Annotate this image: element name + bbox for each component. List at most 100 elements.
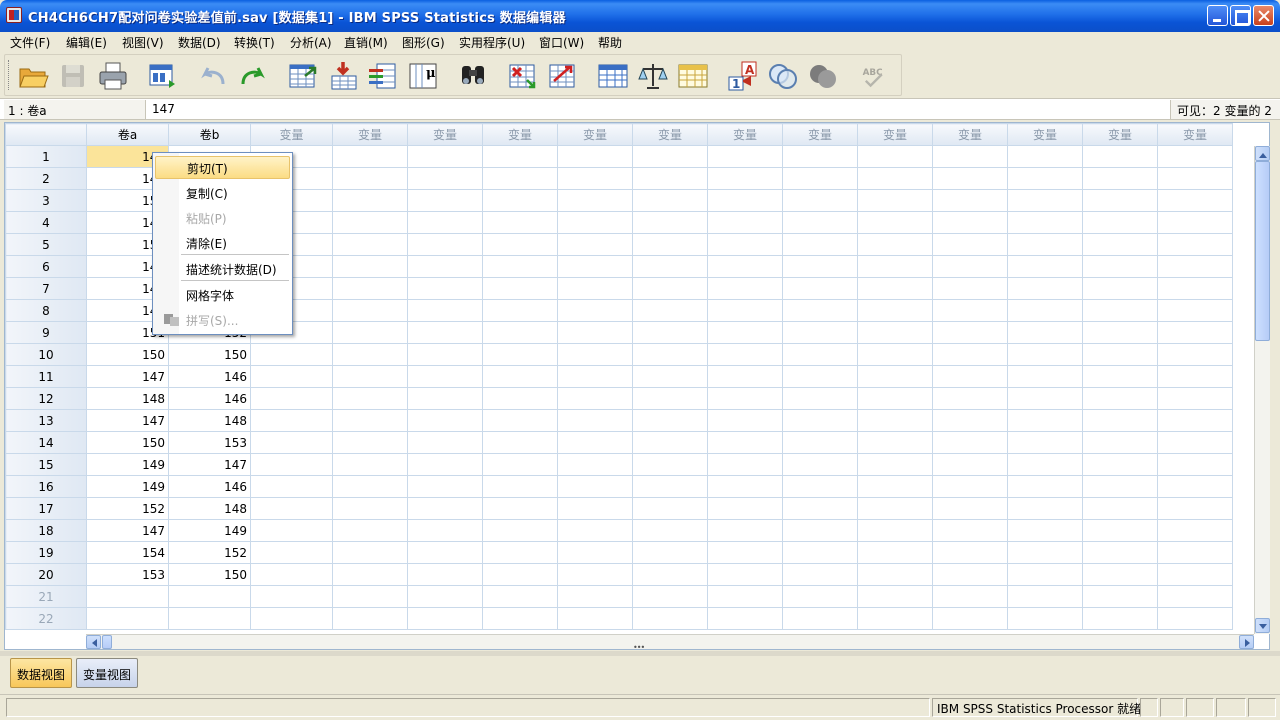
cell-empty[interactable] xyxy=(857,343,933,366)
cell-empty[interactable] xyxy=(707,409,783,432)
cell-empty[interactable] xyxy=(1082,453,1158,476)
cell-empty[interactable] xyxy=(332,189,408,212)
cell-empty[interactable] xyxy=(407,453,483,476)
cell-empty[interactable] xyxy=(407,277,483,300)
cell-empty[interactable] xyxy=(482,365,558,388)
tab-variable-view[interactable]: 变量视图 xyxy=(76,658,139,688)
cell-empty[interactable] xyxy=(1157,233,1233,256)
cell-empty[interactable] xyxy=(632,321,708,344)
cell-empty[interactable] xyxy=(332,497,408,520)
cell-juan-a[interactable]: 147 xyxy=(86,365,169,388)
cell-empty[interactable] xyxy=(632,387,708,410)
cell-empty[interactable] xyxy=(332,277,408,300)
cell-empty[interactable] xyxy=(1082,607,1158,630)
cell-empty[interactable] xyxy=(250,497,333,520)
cell-juan-a[interactable]: 147 xyxy=(86,409,169,432)
column-header-var[interactable]: 变量 xyxy=(482,123,558,146)
cell-empty[interactable] xyxy=(782,167,858,190)
menu-item-descriptive-statistics[interactable]: 描述统计数据(D) xyxy=(155,257,290,280)
column-header-var[interactable]: 变量 xyxy=(707,123,783,146)
cell-empty[interactable] xyxy=(1007,475,1083,498)
menu-file[interactable]: 文件(F) xyxy=(10,34,50,51)
cell-juan-a[interactable]: 153 xyxy=(86,563,169,586)
cell-empty[interactable] xyxy=(407,541,483,564)
cell-empty[interactable] xyxy=(407,431,483,454)
cell-empty[interactable] xyxy=(857,431,933,454)
cell-juan-b[interactable]: 147 xyxy=(168,453,251,476)
cell-empty[interactable] xyxy=(1007,211,1083,234)
cell-empty[interactable] xyxy=(250,387,333,410)
cell-empty[interactable] xyxy=(482,563,558,586)
column-header-var[interactable]: 变量 xyxy=(332,123,408,146)
cell-empty[interactable] xyxy=(707,475,783,498)
cell-empty[interactable] xyxy=(857,519,933,542)
cell-empty[interactable] xyxy=(782,145,858,168)
cell-juan-b[interactable]: 146 xyxy=(168,475,251,498)
cell-juan-b[interactable] xyxy=(168,607,251,630)
cell-empty[interactable] xyxy=(482,321,558,344)
cell-empty[interactable] xyxy=(932,343,1008,366)
cell-empty[interactable] xyxy=(857,255,933,278)
cell-empty[interactable] xyxy=(407,519,483,542)
cell-empty[interactable] xyxy=(332,321,408,344)
cell-empty[interactable] xyxy=(632,145,708,168)
cell-empty[interactable] xyxy=(707,585,783,608)
cell-empty[interactable] xyxy=(857,453,933,476)
cell-empty[interactable] xyxy=(932,321,1008,344)
cell-empty[interactable] xyxy=(557,145,633,168)
row-header[interactable]: 10 xyxy=(5,343,87,366)
cell-empty[interactable] xyxy=(632,189,708,212)
scroll-right-button[interactable] xyxy=(1239,635,1254,649)
cell-empty[interactable] xyxy=(782,211,858,234)
cell-empty[interactable] xyxy=(1157,453,1233,476)
cell-empty[interactable] xyxy=(407,585,483,608)
cell-empty[interactable] xyxy=(1007,233,1083,256)
cell-empty[interactable] xyxy=(407,233,483,256)
cell-empty[interactable] xyxy=(1157,277,1233,300)
cell-empty[interactable] xyxy=(707,541,783,564)
cell-empty[interactable] xyxy=(332,585,408,608)
cell-empty[interactable] xyxy=(632,277,708,300)
menu-help[interactable]: 帮助 xyxy=(598,34,622,51)
cell-empty[interactable] xyxy=(557,299,633,322)
cell-empty[interactable] xyxy=(407,145,483,168)
cell-empty[interactable] xyxy=(482,255,558,278)
cell-empty[interactable] xyxy=(557,255,633,278)
cell-empty[interactable] xyxy=(932,167,1008,190)
cell-empty[interactable] xyxy=(782,475,858,498)
cell-juan-a[interactable]: 149 xyxy=(86,475,169,498)
cell-juan-b[interactable]: 148 xyxy=(168,497,251,520)
column-header-b[interactable]: 卷b xyxy=(168,123,251,146)
cell-empty[interactable] xyxy=(482,233,558,256)
cell-empty[interactable] xyxy=(482,519,558,542)
cell-empty[interactable] xyxy=(632,211,708,234)
cell-empty[interactable] xyxy=(407,321,483,344)
cell-empty[interactable] xyxy=(632,453,708,476)
column-header-var[interactable]: 变量 xyxy=(782,123,858,146)
cell-empty[interactable] xyxy=(782,387,858,410)
cell-empty[interactable] xyxy=(482,167,558,190)
row-header[interactable]: 13 xyxy=(5,409,87,432)
cell-empty[interactable] xyxy=(557,233,633,256)
row-header[interactable]: 17 xyxy=(5,497,87,520)
row-header[interactable]: 12 xyxy=(5,387,87,410)
cell-empty[interactable] xyxy=(707,255,783,278)
cell-empty[interactable] xyxy=(1082,277,1158,300)
find-icon[interactable] xyxy=(457,60,489,92)
column-header-var[interactable]: 变量 xyxy=(407,123,483,146)
cell-empty[interactable] xyxy=(857,409,933,432)
cell-empty[interactable] xyxy=(1157,409,1233,432)
cell-empty[interactable] xyxy=(1082,541,1158,564)
cell-empty[interactable] xyxy=(250,343,333,366)
cell-empty[interactable] xyxy=(1157,563,1233,586)
cell-empty[interactable] xyxy=(1007,299,1083,322)
print-icon[interactable] xyxy=(97,60,129,92)
cell-empty[interactable] xyxy=(557,607,633,630)
cell-empty[interactable] xyxy=(250,475,333,498)
cell-empty[interactable] xyxy=(1082,321,1158,344)
cell-empty[interactable] xyxy=(482,145,558,168)
cell-empty[interactable] xyxy=(782,365,858,388)
cell-empty[interactable] xyxy=(407,189,483,212)
cell-empty[interactable] xyxy=(1082,519,1158,542)
row-header[interactable]: 11 xyxy=(5,365,87,388)
